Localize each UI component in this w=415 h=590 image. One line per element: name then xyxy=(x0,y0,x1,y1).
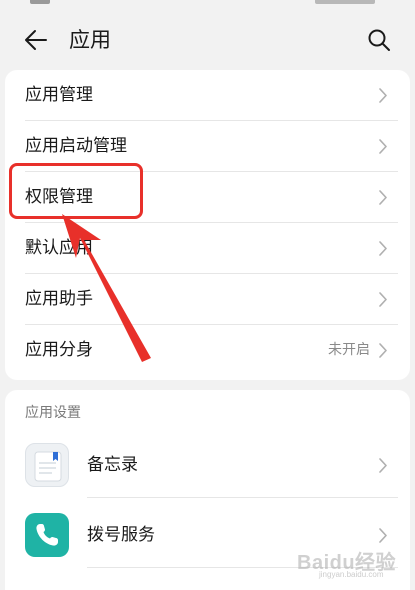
chevron-right-icon xyxy=(379,190,387,205)
status-icons-left xyxy=(30,0,50,4)
menu-item-label: 默认应用 xyxy=(25,238,93,258)
section-title-app-settings: 应用设置 xyxy=(25,405,81,421)
chevron-right-icon xyxy=(379,241,387,256)
phone-icon xyxy=(25,513,69,557)
divider xyxy=(87,497,398,498)
divider xyxy=(87,567,398,568)
menu-item-app-twin[interactable]: 应用分身 未开启 xyxy=(5,325,410,376)
search-button[interactable] xyxy=(363,24,395,56)
menu-item-app-launch[interactable]: 应用启动管理 xyxy=(5,121,410,172)
notepad-icon xyxy=(25,443,69,487)
menu-item-label: 应用管理 xyxy=(25,85,93,105)
menu-item-default-apps[interactable]: 默认应用 xyxy=(5,223,410,274)
chevron-right-icon xyxy=(379,292,387,307)
page-title: 应用 xyxy=(69,28,111,52)
header: 应用 xyxy=(0,10,415,70)
menu-item-label: 应用启动管理 xyxy=(25,136,127,156)
status-icons-right xyxy=(315,0,375,4)
chevron-right-icon xyxy=(379,139,387,154)
menu-item-app-assistant[interactable]: 应用助手 xyxy=(5,274,410,325)
menu-item-label: 应用助手 xyxy=(25,289,93,309)
app-settings-card: 应用设置 备忘录 拨号服务 xyxy=(5,390,410,590)
app-twin-status: 未开启 xyxy=(328,342,370,358)
app-item-dialer[interactable]: 拨号服务 xyxy=(5,504,410,568)
chevron-right-icon xyxy=(379,458,387,473)
chevron-right-icon xyxy=(379,528,387,543)
arrow-left-icon xyxy=(25,30,47,50)
menu-item-app-management[interactable]: 应用管理 xyxy=(5,70,410,121)
chevron-right-icon xyxy=(379,88,387,103)
app-item-label: 备忘录 xyxy=(87,455,138,475)
search-icon xyxy=(368,29,390,51)
menu-item-permissions[interactable]: 权限管理 xyxy=(5,172,410,223)
back-button[interactable] xyxy=(18,24,54,56)
app-menu-card: 应用管理 应用启动管理 权限管理 默认应用 应用助手 应用分身 未开启 xyxy=(5,70,410,380)
app-item-memo[interactable]: 备忘录 xyxy=(5,434,410,498)
app-item-label: 拨号服务 xyxy=(87,525,155,545)
menu-item-label: 权限管理 xyxy=(25,187,93,207)
chevron-right-icon xyxy=(379,343,387,358)
menu-item-label: 应用分身 xyxy=(25,340,93,360)
status-bar xyxy=(0,0,415,10)
